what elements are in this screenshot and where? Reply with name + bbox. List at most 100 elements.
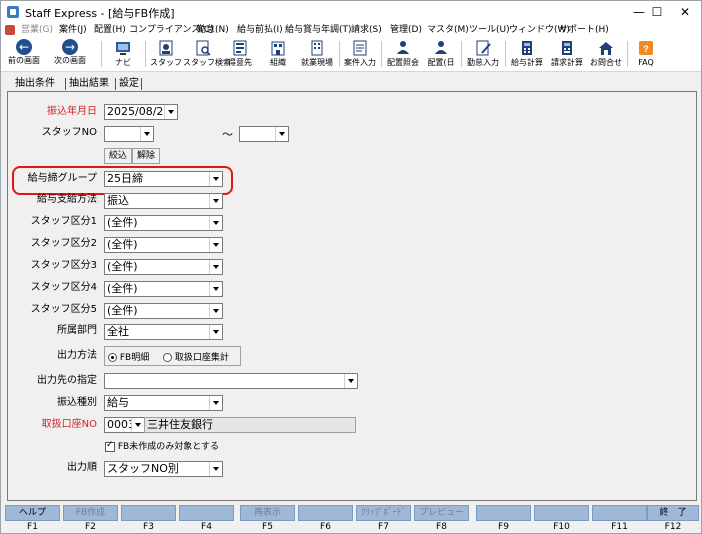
organization-label: 組織 (270, 58, 286, 67)
menu-placement[interactable]: 配置(H) (94, 23, 126, 37)
fkey-label (121, 505, 176, 521)
fkey-key: F5 (262, 522, 273, 532)
menu-sales[interactable]: 営業(G) (21, 23, 53, 37)
payroll-calc-button[interactable]: 給与計算 (507, 37, 547, 71)
cutoff-group-combo[interactable]: 25日締 (104, 171, 223, 187)
transfer-date-combo[interactable]: 2025/08/25 (104, 104, 178, 120)
staff-class-2-combo[interactable]: (全件) (104, 237, 223, 253)
tab-settings[interactable]: 設定 (119, 77, 139, 91)
checkbox-checked-icon[interactable] (105, 440, 115, 452)
fkey-label: ｸﾘｯﾌﾟﾎﾞｰﾄﾞ (356, 505, 411, 521)
transfer-type-combo[interactable]: 給与 (104, 395, 223, 411)
chevron-down-icon[interactable] (209, 216, 222, 230)
toolbar-separator (381, 41, 382, 67)
fkey-label (592, 505, 647, 521)
chevron-down-icon[interactable] (140, 127, 153, 141)
f5-refresh-button[interactable]: 再表示 F5 (240, 504, 295, 533)
fkey-key: F2 (85, 522, 96, 532)
chevron-down-icon[interactable] (209, 238, 222, 252)
chevron-down-icon[interactable] (209, 260, 222, 274)
chevron-down-icon[interactable] (209, 325, 222, 339)
f10-button[interactable]: F10 (534, 504, 589, 533)
payment-method-combo[interactable]: 振込 (104, 193, 223, 209)
menu-tools[interactable]: ツール(U) (469, 23, 510, 37)
menu-master[interactable]: マスタ(M) (427, 23, 469, 37)
staff-button[interactable]: スタッフ (149, 37, 183, 71)
billing-calc-button[interactable]: 請求計算 (547, 37, 587, 71)
f6-button[interactable]: F6 (298, 504, 353, 533)
case-input-button[interactable]: 案件入力 (341, 37, 379, 71)
chevron-down-icon[interactable] (344, 374, 357, 388)
chevron-down-icon[interactable] (209, 282, 222, 296)
chevron-down-icon[interactable] (209, 304, 222, 318)
client-button[interactable]: 得意先 (223, 37, 257, 71)
work-site-button[interactable]: 就業現場 (297, 37, 337, 71)
attendance-input-button[interactable]: 勤怠入力 (463, 37, 503, 71)
staff-class-5-combo[interactable]: (全件) (104, 303, 223, 319)
tab-extraction-conditions[interactable]: 抽出条件 (15, 77, 55, 92)
staff-card-icon (159, 40, 173, 56)
menu-advance-pay[interactable]: 給与前払(I) (237, 23, 283, 37)
range-tilde: ～ (222, 128, 233, 141)
transfer-type-label: 振込種別 (57, 397, 97, 408)
contact-button[interactable]: お問合せ (587, 37, 625, 71)
fkey-label (476, 505, 531, 521)
next-screen-button[interactable]: → 次の画面 (47, 37, 93, 71)
output-destination-combo[interactable] (104, 373, 358, 389)
staff-search-label: スタッフ検索 (183, 58, 231, 67)
chevron-down-icon[interactable] (209, 462, 222, 476)
organization-button[interactable]: 組織 (261, 37, 295, 71)
staff-class-1-combo[interactable]: (全件) (104, 215, 223, 231)
prev-screen-button[interactable]: ← 前の画面 (3, 37, 45, 71)
menu-management[interactable]: 管理(D) (390, 23, 422, 37)
toolbar-separator (505, 41, 506, 67)
placement-inquiry-button[interactable]: 配置照会 (383, 37, 423, 71)
chevron-down-icon[interactable] (275, 127, 288, 141)
staff-no-to-combo[interactable] (239, 126, 289, 142)
output-order-combo[interactable]: スタッフNO別 (104, 461, 223, 477)
f11-button[interactable]: F11 (592, 504, 647, 533)
radio-unselected-icon[interactable] (163, 353, 172, 362)
bank-account-combo[interactable]: 0003 (104, 417, 145, 433)
tab-extraction-results[interactable]: 抽出結果 (69, 77, 109, 91)
menu-cases[interactable]: 案件(J) (59, 23, 87, 37)
f7-clipboard-button[interactable]: ｸﾘｯﾌﾟﾎﾞｰﾄﾞ F7 (356, 504, 411, 533)
fkey-key: F8 (436, 522, 447, 532)
close-button[interactable]: ✕ (669, 1, 701, 23)
menu-support[interactable]: サポート(H) (559, 23, 609, 37)
fkey-key: F1 (27, 522, 38, 532)
staff-no-from-combo[interactable] (104, 126, 154, 142)
chevron-down-icon[interactable] (209, 194, 222, 208)
output-method-account-summary[interactable]: 取扱口座集計 (163, 350, 229, 363)
output-method-fb-detail[interactable]: FB明細 (108, 350, 149, 363)
clear-button[interactable]: 解除 (132, 148, 160, 164)
chevron-down-icon[interactable] (131, 418, 144, 432)
menu-attendance[interactable]: 勤怠(N) (197, 23, 229, 37)
f3-button[interactable]: F3 (121, 504, 176, 533)
staff-class-4-combo[interactable]: (全件) (104, 281, 223, 297)
faq-button[interactable]: ? FAQ (629, 37, 663, 71)
placement-day-button[interactable]: 配置(日 (423, 37, 459, 71)
staff-search-button[interactable]: スタッフ検索 (183, 37, 231, 71)
f8-preview-button[interactable]: プレビュー F8 (414, 504, 469, 533)
f12-exit-button[interactable]: 終 了 F12 (647, 504, 699, 533)
department-label: 所属部門 (57, 325, 97, 336)
only-unprocessed-checkbox[interactable]: FB未作成のみ対象とする (105, 439, 219, 452)
f2-fb-create-button[interactable]: FB作成 F2 (63, 504, 118, 533)
filter-button[interactable]: 絞込 (104, 148, 132, 164)
radio-selected-icon[interactable] (108, 353, 117, 362)
faq-icon: ? (639, 41, 653, 55)
chevron-down-icon[interactable] (209, 396, 222, 410)
f1-help-button[interactable]: ヘルプ F1 (5, 504, 60, 533)
department-combo[interactable]: 全社 (104, 324, 223, 340)
chevron-down-icon[interactable] (164, 105, 177, 119)
output-method-label: 出力方法 (57, 350, 97, 361)
staff-class-3-combo[interactable]: (全件) (104, 259, 223, 275)
f9-button[interactable]: F9 (476, 504, 531, 533)
f4-button[interactable]: F4 (179, 504, 234, 533)
navi-button[interactable]: ナビ (105, 37, 141, 71)
bank-account-label: 取扱口座NO (41, 419, 97, 430)
menu-payroll[interactable]: 給与賞与年調(T) (285, 23, 352, 37)
chevron-down-icon[interactable] (209, 172, 222, 186)
menu-billing[interactable]: 請求(S) (351, 23, 382, 37)
